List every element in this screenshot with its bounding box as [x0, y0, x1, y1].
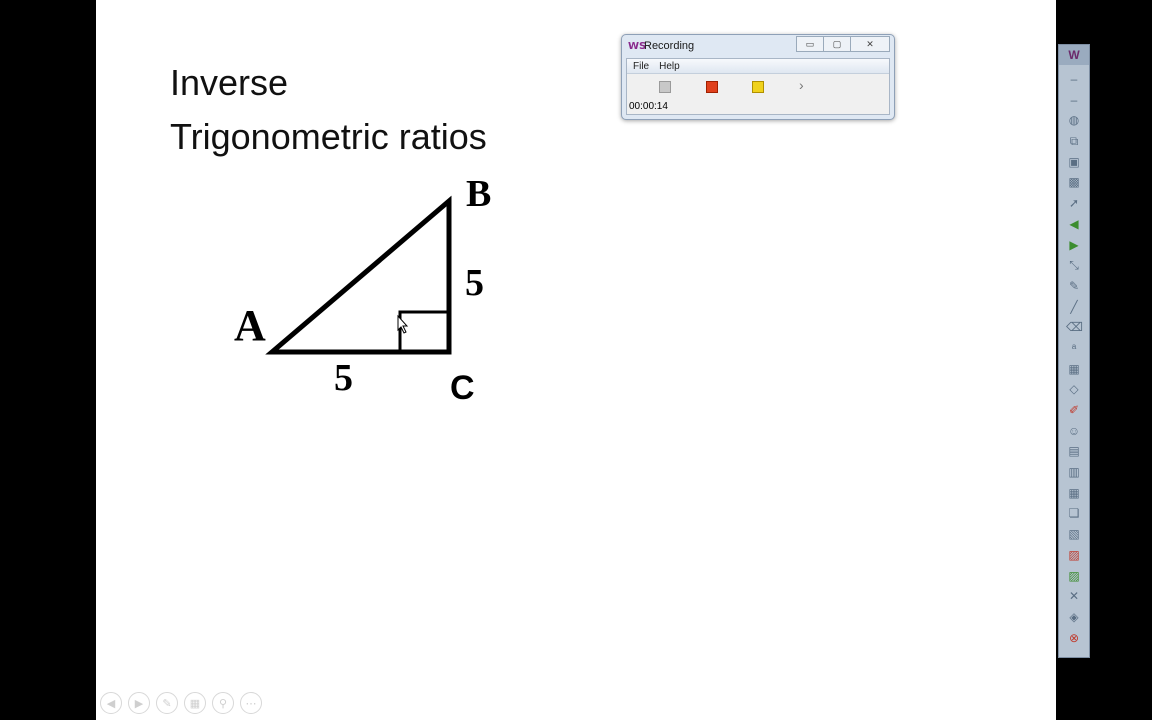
more-options-icon[interactable]: ⋯ [240, 692, 262, 714]
next-slide-icon[interactable]: ▶ [128, 692, 150, 714]
person-icon[interactable]: ☺ [1066, 423, 1082, 439]
recording-controls: › [627, 74, 889, 102]
arrow-right-icon[interactable]: ▶ [1066, 237, 1082, 253]
stop-button[interactable] [706, 81, 718, 93]
grid-add-icon[interactable]: ▦ [1066, 361, 1082, 377]
close-x-icon[interactable]: ✕ [1066, 588, 1082, 604]
pen-icon[interactable]: ✎ [156, 692, 178, 714]
pen-red-icon[interactable]: ✐ [1066, 402, 1082, 418]
dash-icon[interactable]: – [1066, 71, 1082, 87]
maximize-button[interactable]: ▢ [823, 36, 851, 52]
stop-red-icon[interactable]: ⊗ [1066, 630, 1082, 646]
shape-icon[interactable]: ◇ [1066, 381, 1082, 397]
side-label-ac: 5 [334, 357, 353, 399]
menu-file[interactable]: File [633, 61, 649, 72]
minimize-button[interactable]: ▭ [796, 36, 824, 52]
vertex-label-c: C [450, 369, 475, 407]
screenshot-icon[interactable]: ▣ [1066, 154, 1082, 170]
pause-button[interactable] [752, 81, 764, 93]
arrow-left-icon[interactable]: ◀ [1066, 216, 1082, 232]
window-title: Recording [644, 40, 695, 52]
slides-grid-icon[interactable]: ▦ [184, 692, 206, 714]
eraser-icon[interactable]: ◈ [1066, 609, 1082, 625]
right-angle-marker [398, 310, 451, 354]
menu-help[interactable]: Help [659, 61, 680, 72]
pointer-icon[interactable]: ➚ [1066, 195, 1082, 211]
mouse-icon[interactable]: ◍ [1066, 112, 1082, 128]
layers-icon[interactable]: ❏ [1066, 505, 1082, 521]
clip-red-icon[interactable]: ▨ [1066, 547, 1082, 563]
scale-icon[interactable]: ⤡ [1066, 257, 1082, 273]
doc-icon[interactable]: ▤ [1066, 443, 1082, 459]
zoom-icon[interactable]: ⚲ [212, 692, 234, 714]
right-toolbar: W – – ◍ ⧉ ▣ ▩ ➚ ◀ ▶ ⤡ ✎ ╱ ⌫ ᵃ ▦ ◇ ✐ ☺ ▤ ▥ ▦ ❏ ▧ ▨ ▨ ✕ ◈ ⊗ [1058, 44, 1090, 658]
toolbar-items: – – ◍ ⧉ ▣ ▩ ➚ ◀ ▶ ⤡ ✎ ╱ ⌫ ᵃ ▦ ◇ ✐ ☺ ▤ ▥ ▦ ❏ ▧ ▨ ▨ ✕ ◈ ⊗ [1059, 65, 1089, 650]
erase-icon[interactable]: ⌫ [1066, 319, 1083, 335]
record-button[interactable] [659, 81, 671, 93]
elapsed-time: 00:00:14 [629, 101, 668, 112]
chart-icon[interactable]: ▥ [1066, 464, 1082, 480]
menu-bar: File Help [627, 59, 889, 74]
recording-window: WS Recording ▭ ▢ ✕ File Help › 00:00:14 [621, 34, 895, 120]
recording-titlebar[interactable]: WS Recording ▭ ▢ ✕ [622, 35, 894, 57]
clip-green-icon[interactable]: ▨ [1066, 568, 1082, 584]
vertex-label-b: B [466, 173, 491, 215]
copy-icon[interactable]: ⧉ [1066, 133, 1082, 149]
triangle-diagram: A B C 5 5 [234, 173, 491, 407]
slideshow-nav-controls: ◀ ▶ ✎ ▦ ⚲ ⋯ [100, 692, 262, 714]
close-button[interactable]: ✕ [850, 36, 890, 52]
side-label-bc: 5 [465, 262, 484, 304]
slide: Inverse Trigonometric ratios A B C 5 5 ◀… [96, 0, 1056, 720]
image-icon[interactable]: ▩ [1066, 174, 1082, 190]
table-icon[interactable]: ▦ [1066, 485, 1082, 501]
text-add-icon[interactable]: ᵃ [1066, 340, 1082, 356]
recording-panel: File Help › 00:00:14 [626, 58, 890, 115]
next-chevron-icon[interactable]: › [799, 78, 811, 92]
vertex-label-a: A [234, 301, 266, 350]
pen-icon[interactable]: ✎ [1066, 278, 1082, 294]
triangle-shape [265, 195, 452, 355]
previous-slide-icon[interactable]: ◀ [100, 692, 122, 714]
toolbar-logo-icon: W [1059, 45, 1089, 65]
dash-icon[interactable]: – [1066, 92, 1082, 108]
line-icon[interactable]: ╱ [1066, 299, 1082, 315]
clipboard-icon[interactable]: ▧ [1066, 526, 1082, 542]
